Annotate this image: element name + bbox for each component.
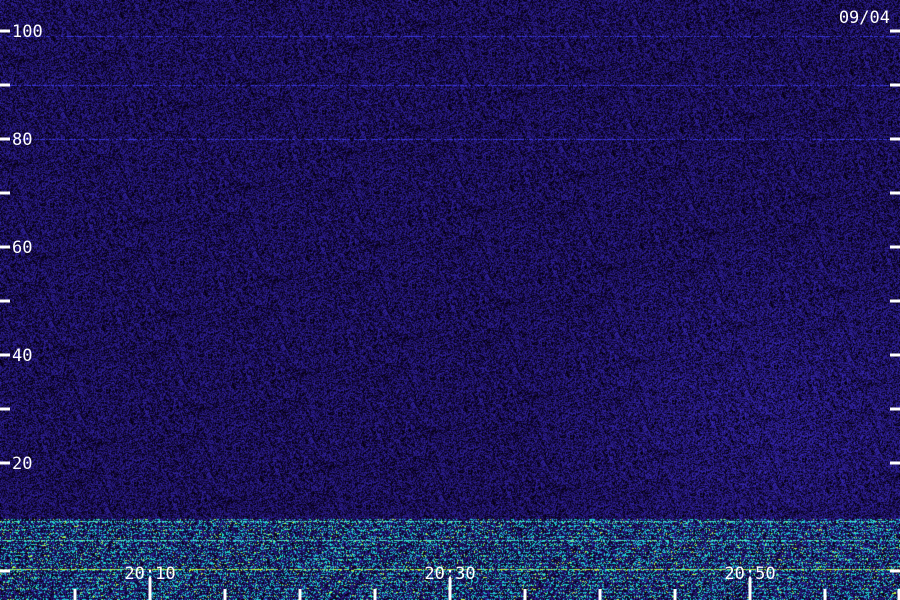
x-tick-label: 20:50 — [724, 564, 775, 584]
date-label: 09/04 — [839, 8, 890, 28]
y-axis: 20 40 60 80 100 — [0, 22, 900, 573]
y-tick-label: 40 — [12, 346, 32, 366]
spectrogram-axes: 20 40 60 80 100 20:10 20:30 20:50 09/04 — [0, 8, 900, 600]
y-tick-label: 60 — [12, 238, 32, 258]
x-tick-label: 20:30 — [424, 564, 475, 584]
x-axis: 20:10 20:30 20:50 — [73, 564, 900, 600]
y-tick-label: 80 — [12, 130, 32, 150]
x-tick-label: 20:10 — [124, 564, 175, 584]
y-tick-label: 100 — [12, 22, 43, 42]
y-tick-label: 20 — [12, 454, 32, 474]
